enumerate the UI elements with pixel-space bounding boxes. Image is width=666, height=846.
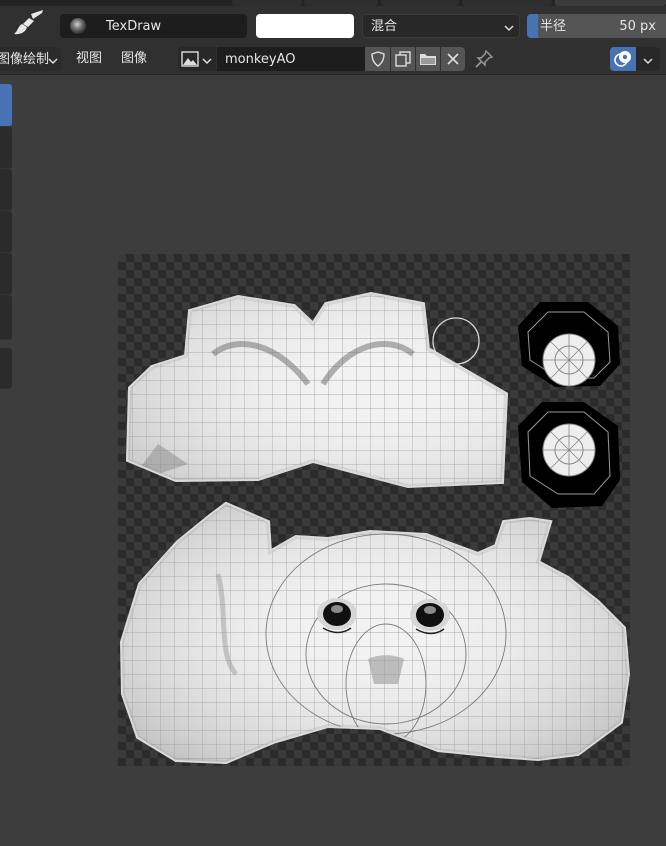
brush-name: TexDraw [106,19,162,34]
tool-button[interactable] [0,169,12,211]
image-name: monkeyAO [225,52,296,67]
brush-color-swatch[interactable] [256,14,354,38]
tool-button-active[interactable] [0,84,12,127]
tool-button[interactable] [0,253,12,295]
blend-mode-label: 混合 [371,19,398,34]
radius-slider-fill [527,14,538,38]
menu-view[interactable]: 视图 [76,52,102,65]
close-icon [446,52,460,70]
image-name-field[interactable]: monkeyAO [217,47,365,71]
menu-image[interactable]: 图像 [121,52,147,65]
tool-settings-header: TexDraw 混合 半径 50 px [0,6,666,44]
radius-slider[interactable]: 半径 50 px [527,14,666,38]
overlay-toggle[interactable] [610,47,636,71]
image-icon [181,51,199,71]
chevron-down-icon [643,55,653,70]
radius-value: 50 px [619,19,656,34]
brush-preview-icon [70,18,86,34]
unlink-image-button[interactable] [441,47,465,71]
radius-label: 半径 [540,19,567,34]
chevron-down-icon [504,22,514,37]
tool-button[interactable] [0,295,12,340]
chevron-down-icon [202,55,212,70]
mode-dropdown[interactable]: 图像绘制 [0,47,61,71]
pin-icon[interactable] [474,49,494,73]
overlay-dropdown[interactable] [636,47,660,71]
fake-user-button[interactable] [365,47,390,71]
tool-button[interactable] [0,127,12,169]
chevron-down-icon [48,55,58,70]
brush-selector[interactable]: TexDraw [60,14,247,38]
folder-icon [419,51,437,71]
image-canvas[interactable] [118,254,631,766]
uv-texture-image [118,254,631,766]
shield-icon [370,51,386,71]
image-browse-button[interactable] [178,47,216,71]
duplicate-icon [395,51,411,71]
tool-button[interactable] [0,211,12,253]
paintbrush-icon[interactable] [8,10,48,40]
blend-mode-dropdown[interactable]: 混合 [362,14,520,38]
tool-button[interactable] [0,348,12,389]
duplicate-image-button[interactable] [391,47,415,71]
open-image-button[interactable] [416,47,440,71]
editor-header: 图像绘制 视图 图像 monkeyAO [0,44,666,75]
mode-label: 图像绘制 [0,52,50,67]
overlay-icon [613,49,633,73]
